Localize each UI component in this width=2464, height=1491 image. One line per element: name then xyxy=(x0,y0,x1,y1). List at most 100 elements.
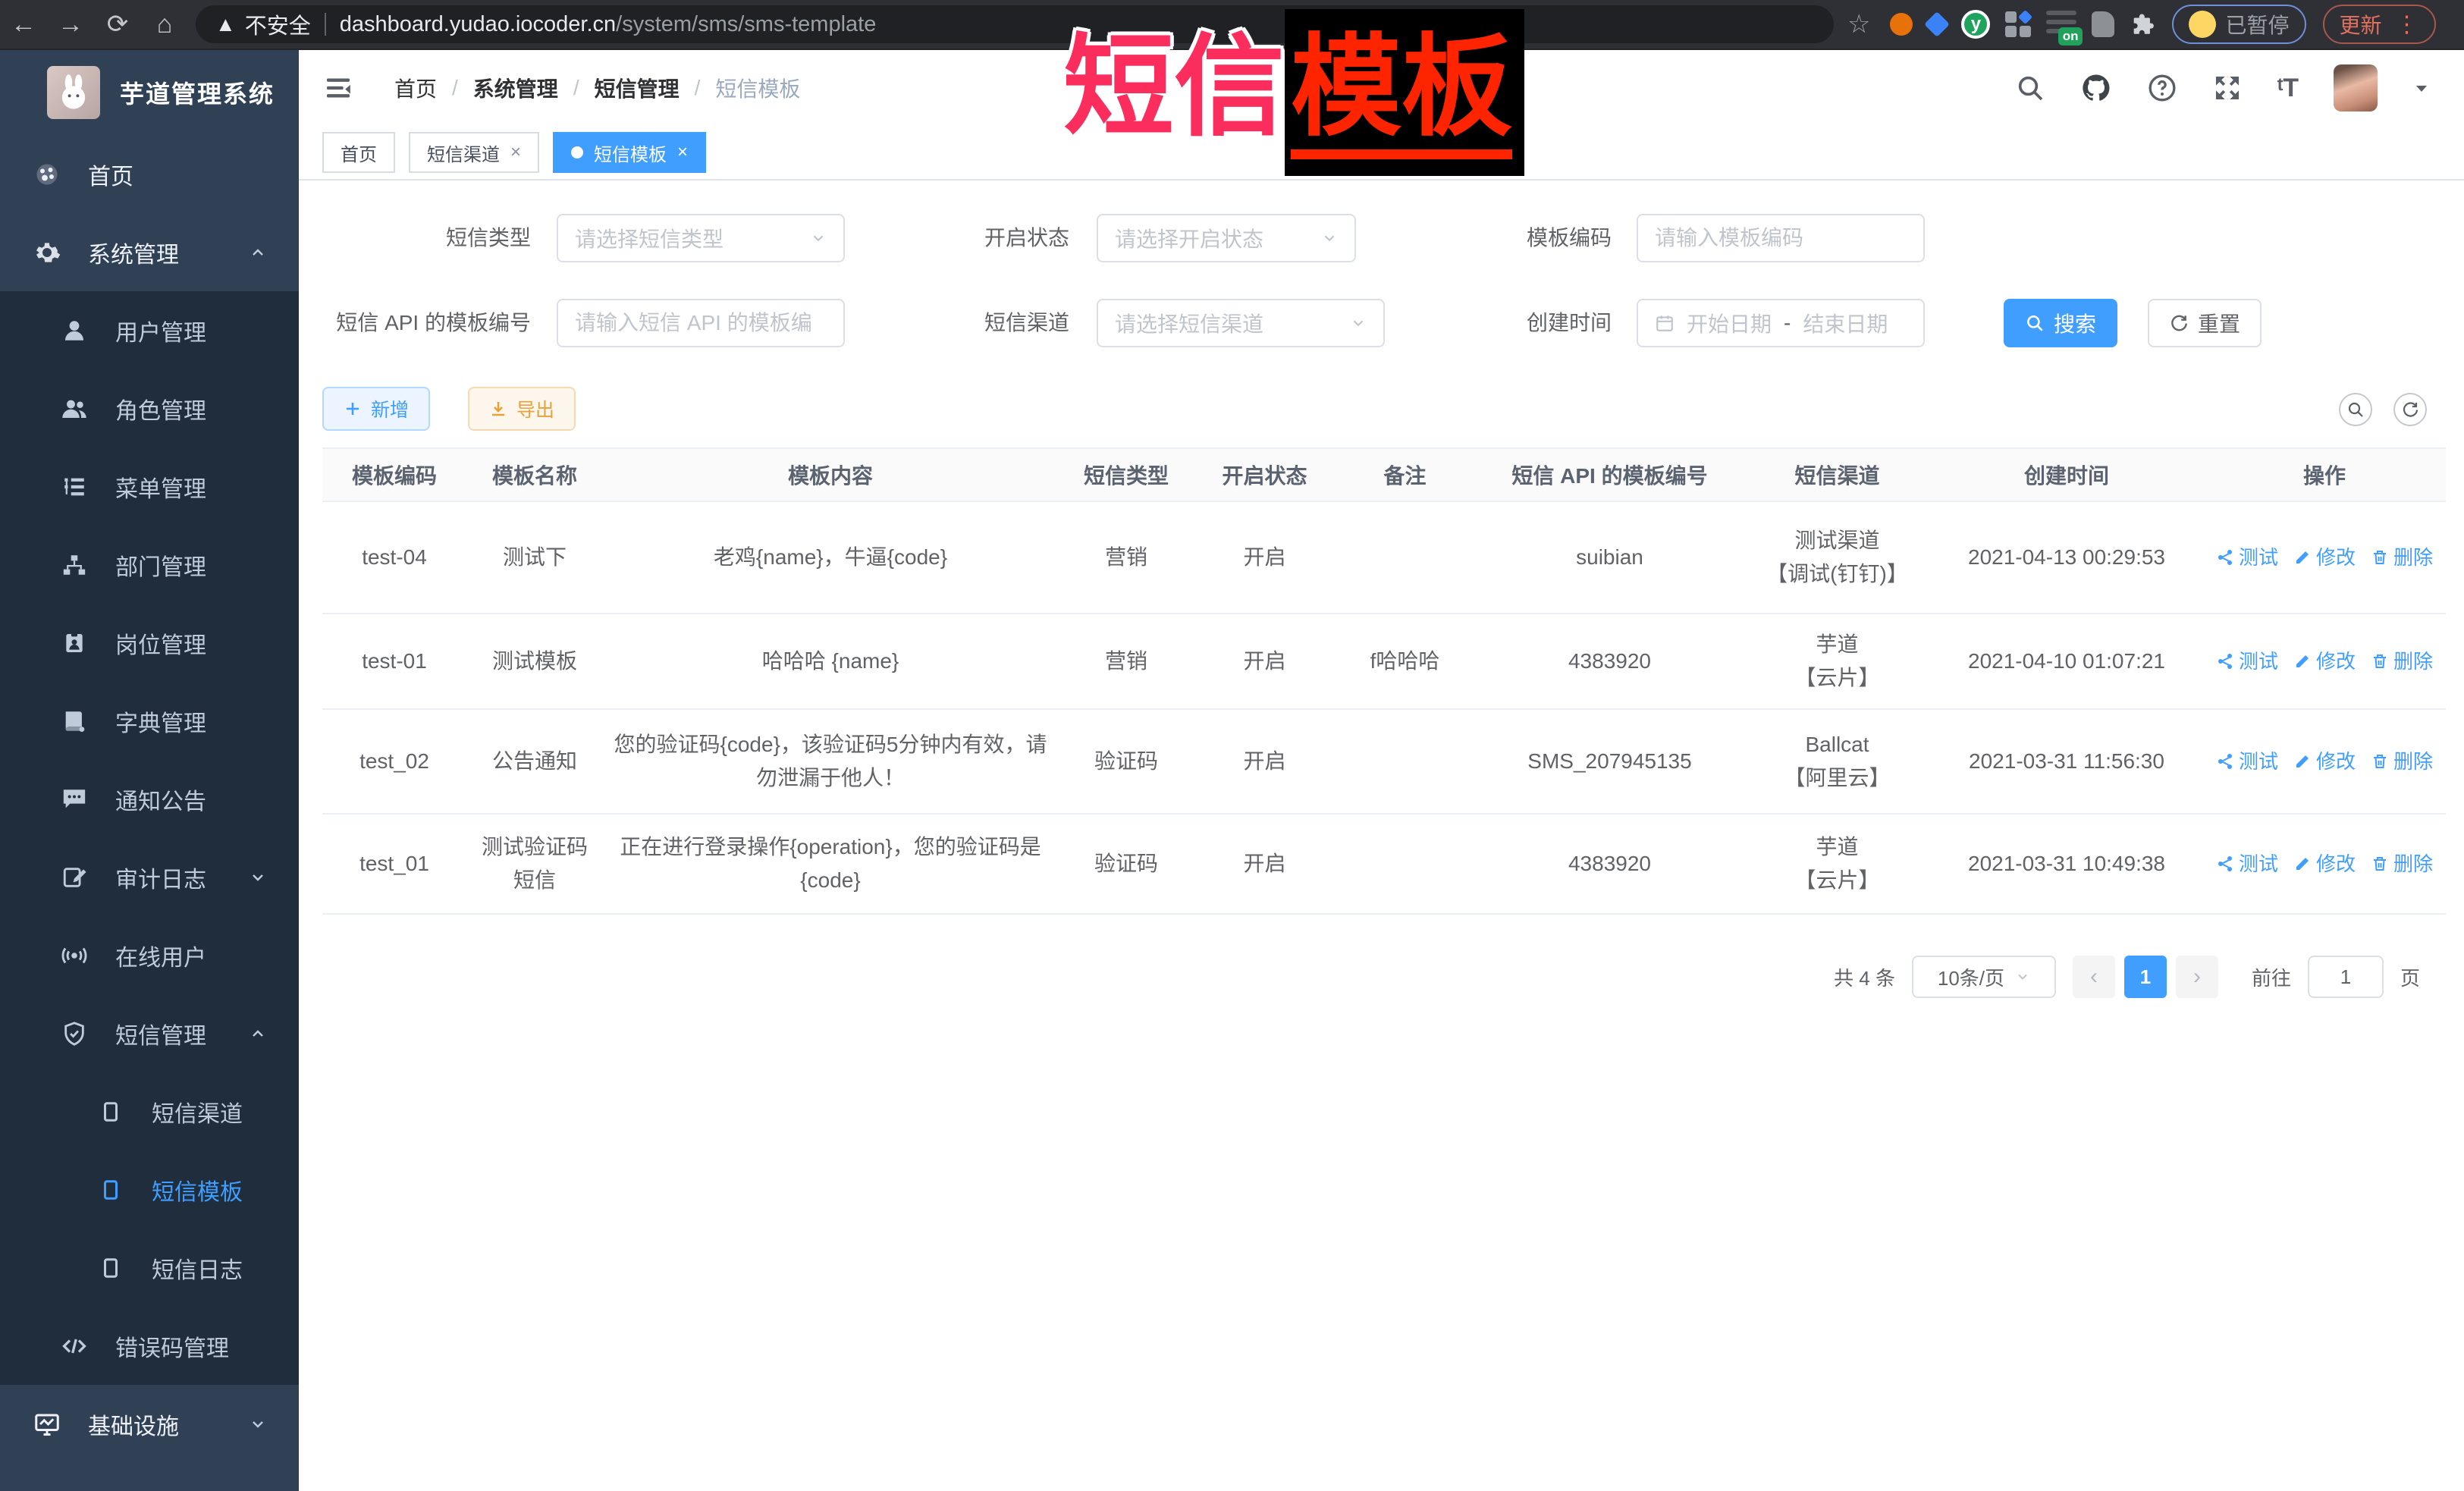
tab-sms-template[interactable]: 短信模板 × xyxy=(553,132,706,173)
main-content: 短信类型 请选择短信类型 开启状态 请选择开启状态 模板编码 短信 API 的模… xyxy=(299,180,2464,1491)
edit-link[interactable]: 修改 xyxy=(2293,745,2356,778)
template-code-input[interactable] xyxy=(1655,226,1907,250)
browser-back-icon[interactable]: ← xyxy=(0,10,47,39)
search-button[interactable]: 搜索 xyxy=(2004,299,2117,347)
reset-button[interactable]: 重置 xyxy=(2148,299,2262,347)
delete-link[interactable]: 删除 xyxy=(2371,847,2433,880)
refresh-table-button[interactable] xyxy=(2393,393,2427,426)
cell-created: 2021-04-10 01:07:21 xyxy=(1930,614,2203,709)
header-search-icon[interactable] xyxy=(2015,73,2045,103)
annotation-black-box: 模板 xyxy=(1285,9,1524,176)
fullscreen-icon[interactable] xyxy=(2212,73,2243,103)
next-page-button[interactable]: › xyxy=(2176,956,2218,998)
tab-home[interactable]: 首页 xyxy=(322,132,395,173)
edit-icon xyxy=(2293,752,2312,771)
extension-orange-icon[interactable] xyxy=(1890,13,1913,36)
date-range-picker[interactable]: 开始日期 - 结束日期 xyxy=(1637,299,1925,347)
bookmark-star-icon[interactable]: ☆ xyxy=(1847,9,1870,39)
extension-list-on-icon[interactable]: on xyxy=(2046,11,2076,38)
sms-template-table: 模板编码 模板名称 模板内容 短信类型 开启状态 备注 短信 API 的模板编号… xyxy=(322,447,2446,915)
sidebar-item-dict[interactable]: 字典管理 xyxy=(0,682,299,760)
page-size-select[interactable]: 10条/页 xyxy=(1912,956,2056,998)
browser-update-button[interactable]: 更新 ⋮ xyxy=(2323,5,2436,44)
add-button[interactable]: 新增 xyxy=(322,387,430,431)
chevron-down-icon xyxy=(1350,315,1367,331)
test-link[interactable]: 测试 xyxy=(2216,745,2278,778)
edit-link[interactable]: 修改 xyxy=(2293,541,2356,574)
sidebar-item-menus[interactable]: 菜单管理 xyxy=(0,447,299,526)
edit-link[interactable]: 修改 xyxy=(2293,847,2356,880)
delete-link[interactable]: 删除 xyxy=(2371,745,2433,778)
pagination-total: 共 4 条 xyxy=(1834,963,1895,991)
tab-sms-channel[interactable]: 短信渠道 × xyxy=(409,132,539,173)
sms-type-select[interactable]: 请选择短信类型 xyxy=(557,214,845,262)
col-header-content: 模板内容 xyxy=(603,448,1058,501)
browser-reload-icon[interactable]: ⟳ xyxy=(94,9,141,39)
sidebar-item-sms-channel[interactable]: 短信渠道 xyxy=(0,1072,299,1150)
status-select[interactable]: 请选择开启状态 xyxy=(1097,214,1356,262)
sidebar-item-system[interactable]: 系统管理 xyxy=(0,213,299,291)
app-logo[interactable]: 芋道管理系统 xyxy=(0,50,299,135)
export-button[interactable]: 导出 xyxy=(468,387,576,431)
browser-menu-icon[interactable]: ⋮ xyxy=(2396,11,2419,38)
github-icon[interactable] xyxy=(2080,72,2112,104)
extension-grid-icon[interactable] xyxy=(2005,11,2031,37)
sidebar-item-infrastructure[interactable]: 基础设施 xyxy=(0,1385,299,1463)
sidebar-item-posts[interactable]: 岗位管理 xyxy=(0,604,299,682)
close-icon[interactable]: × xyxy=(677,142,688,163)
test-link[interactable]: 测试 xyxy=(2216,847,2278,880)
extension-blue-gem-icon[interactable] xyxy=(1925,11,1951,37)
font-size-icon[interactable]: ᵗT xyxy=(2277,74,2299,103)
plus-icon xyxy=(344,400,362,418)
api-template-id-label: 短信 API 的模板编号 xyxy=(299,299,531,347)
goto-page-input[interactable] xyxy=(2308,956,2384,998)
cell-api-id: 4383920 xyxy=(1475,814,1744,914)
trash-icon xyxy=(2371,652,2389,670)
browser-forward-icon[interactable]: → xyxy=(47,10,94,39)
api-template-id-input[interactable] xyxy=(575,311,827,335)
sidebar-item-sms[interactable]: 短信管理 xyxy=(0,994,299,1072)
prev-page-button[interactable]: ‹ xyxy=(2073,956,2115,998)
breadcrumb-sms[interactable]: 短信管理 xyxy=(595,73,680,103)
extension-gray-icon[interactable] xyxy=(2092,11,2114,37)
extensions-puzzle-icon[interactable] xyxy=(2130,11,2155,37)
sidebar-collapse-icon[interactable] xyxy=(322,73,355,103)
sidebar-item-users[interactable]: 用户管理 xyxy=(0,291,299,369)
sidebar-item-sms-log[interactable]: 短信日志 xyxy=(0,1229,299,1307)
current-page-button[interactable]: 1 xyxy=(2124,956,2167,998)
sidebar-item-home[interactable]: 首页 xyxy=(0,135,299,213)
user-avatar[interactable] xyxy=(2334,64,2378,111)
mobile-icon xyxy=(96,1097,126,1127)
help-icon[interactable] xyxy=(2147,73,2177,103)
sidebar-item-online-users[interactable]: 在线用户 xyxy=(0,916,299,994)
edit-icon xyxy=(2293,855,2312,873)
breadcrumb-system[interactable]: 系统管理 xyxy=(473,73,558,103)
channel-select[interactable]: 请选择短信渠道 xyxy=(1097,299,1385,347)
close-icon[interactable]: × xyxy=(510,142,521,163)
col-header-actions: 操作 xyxy=(2203,448,2446,501)
cell-type: 营销 xyxy=(1058,614,1194,709)
breadcrumb-home[interactable]: 首页 xyxy=(394,73,437,103)
sidebar-item-notice[interactable]: 通知公告 xyxy=(0,760,299,838)
col-header-remark: 备注 xyxy=(1335,448,1475,501)
avatar-caret-icon[interactable] xyxy=(2412,79,2431,97)
show-search-toggle-button[interactable] xyxy=(2339,393,2372,426)
sidebar-item-sms-template[interactable]: 短信模板 xyxy=(0,1150,299,1229)
address-bar[interactable]: ▲ 不安全 dashboard.yudao.iocoder.cn/system/… xyxy=(196,5,1834,43)
edit-link[interactable]: 修改 xyxy=(2293,645,2356,678)
extension-green-y-icon[interactable]: y xyxy=(1961,10,1990,39)
sidebar-item-departments[interactable]: 部门管理 xyxy=(0,526,299,604)
test-link[interactable]: 测试 xyxy=(2216,541,2278,574)
cell-api-id: suibian xyxy=(1475,501,1744,614)
col-header-channel: 短信渠道 xyxy=(1744,448,1930,501)
delete-link[interactable]: 删除 xyxy=(2371,645,2433,678)
sidebar-item-audit-log[interactable]: 审计日志 xyxy=(0,838,299,916)
page-unit-label: 页 xyxy=(2400,963,2420,991)
sidebar-item-error-codes[interactable]: 错误码管理 xyxy=(0,1307,299,1385)
browser-home-icon[interactable]: ⌂ xyxy=(141,10,188,39)
test-link[interactable]: 测试 xyxy=(2216,645,2278,678)
profile-paused-button[interactable]: 已暂停 xyxy=(2172,5,2305,44)
cell-actions: 测试 修改 删除 xyxy=(2203,614,2446,709)
delete-link[interactable]: 删除 xyxy=(2371,541,2433,574)
sidebar-item-roles[interactable]: 角色管理 xyxy=(0,369,299,447)
